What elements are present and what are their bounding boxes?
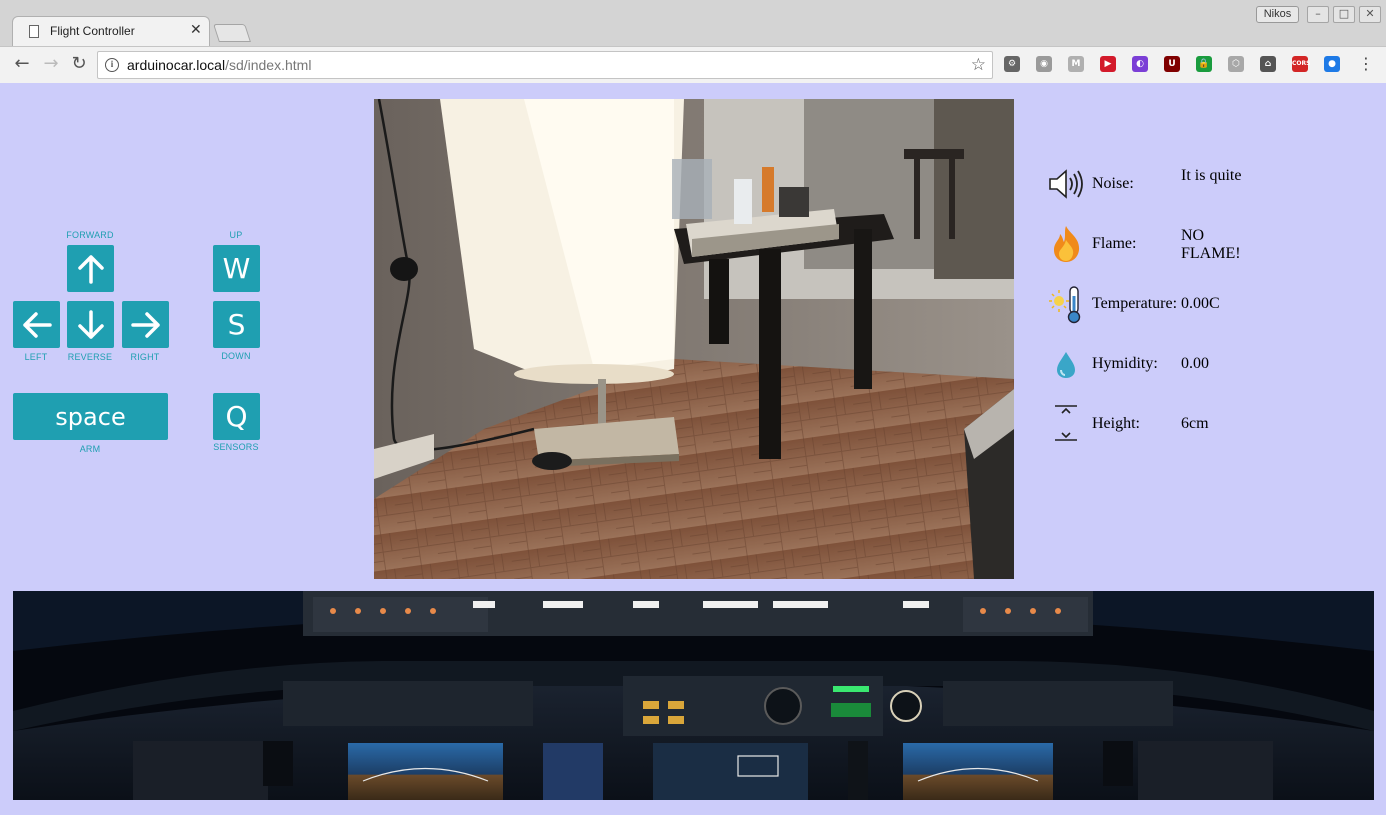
bookmark-star-icon[interactable]: ☆ [971,55,986,75]
cors-ext-icon[interactable]: CORS [1292,56,1310,72]
flame-icon [1054,226,1080,262]
height-icon [1055,405,1077,441]
tab-title: Flight Controller [50,24,135,38]
up-button[interactable]: W [213,245,260,292]
down-label: DOWN [221,351,251,361]
arrow-up-icon [77,254,104,284]
reverse-label: REVERSE [67,352,113,362]
down-button[interactable]: S [213,301,260,348]
height-value: 6cm [1181,415,1209,432]
page-content: FORWARD LEFT REVERSE RIGHT UP W S DOWN s… [4,84,1382,812]
temperature-label: Temperature: [1092,295,1178,312]
flame-label: Flame: [1092,235,1137,252]
cube-ext-icon[interactable]: ⬡ [1228,56,1244,72]
water-drop-icon [1057,352,1075,378]
arm-label: ARM [79,444,101,454]
sensors-button[interactable]: Q [213,393,260,440]
url-text[interactable]: arduinocar.local/sd/index.html [127,57,311,73]
height-label: Height: [1092,415,1140,432]
forward-icon[interactable]: → [40,53,62,74]
close-tab-icon[interactable]: ✕ [190,22,202,38]
cockpit-image [13,591,1374,800]
arrow-down-icon [77,309,104,339]
right-label: RIGHT [130,352,160,362]
forward-button[interactable] [67,245,114,292]
arrow-right-icon [130,311,160,338]
up-label: UP [229,230,243,240]
humidity-value: 0.00 [1181,355,1209,372]
lock-ext-icon[interactable]: 🔒 [1196,56,1212,72]
maximize-button[interactable]: □ [1333,6,1355,23]
color-ext-icon[interactable]: ◐ [1132,56,1148,72]
new-tab-button[interactable] [213,24,251,42]
minimize-button[interactable]: – [1307,6,1329,23]
address-bar[interactable]: i arduinocar.local/sd/index.html ☆ [97,51,993,79]
gear-ext-icon[interactable]: ⚙ [1004,56,1020,72]
left-label: LEFT [24,352,48,362]
info-icon[interactable]: i [105,58,119,72]
temperature-value: 0.00C [1181,295,1220,312]
media-ext-icon[interactable]: ▶ [1100,56,1116,72]
globe-ext-icon[interactable]: ◉ [1036,56,1052,72]
tab-flight-controller[interactable]: Flight Controller ✕ [12,16,210,46]
humidity-label: Hymidity: [1092,355,1158,372]
close-window-button[interactable]: ✕ [1359,6,1381,23]
title-bar: Flight Controller ✕ Nikos – □ ✕ [0,0,1386,46]
camera-image [374,99,1014,579]
noise-label: Noise: [1092,175,1134,192]
browser-chrome: Flight Controller ✕ Nikos – □ ✕ ← → ↻ i … [0,0,1386,83]
ublock-ext-icon[interactable]: U [1164,56,1180,72]
camera-ext-icon[interactable]: ● [1324,56,1340,72]
page-icon [29,25,39,38]
reload-icon[interactable]: ↻ [68,53,90,74]
cockpit-banner [13,591,1374,800]
thermometer-icon [1049,286,1081,324]
home-ext-icon[interactable]: ⌂ [1260,56,1276,72]
profile-button[interactable]: Nikos [1256,6,1299,23]
noise-value: It is quite [1181,167,1242,184]
toolbar: ← → ↻ i arduinocar.local/sd/index.html ☆… [0,46,1386,83]
arm-button[interactable]: space [13,393,168,440]
flame-value: NO FLAME! [1181,227,1241,262]
right-button[interactable] [122,301,169,348]
menu-icon[interactable]: ⋮ [1358,54,1374,73]
left-button[interactable] [13,301,60,348]
arrow-left-icon [22,311,52,338]
reverse-button[interactable] [67,301,114,348]
speaker-icon [1049,169,1083,199]
m-ext-icon[interactable]: M [1068,56,1084,72]
sensors-label: SENSORS [213,442,259,452]
camera-feed [374,99,1014,579]
back-icon[interactable]: ← [11,53,33,74]
forward-label: FORWARD [66,230,114,240]
